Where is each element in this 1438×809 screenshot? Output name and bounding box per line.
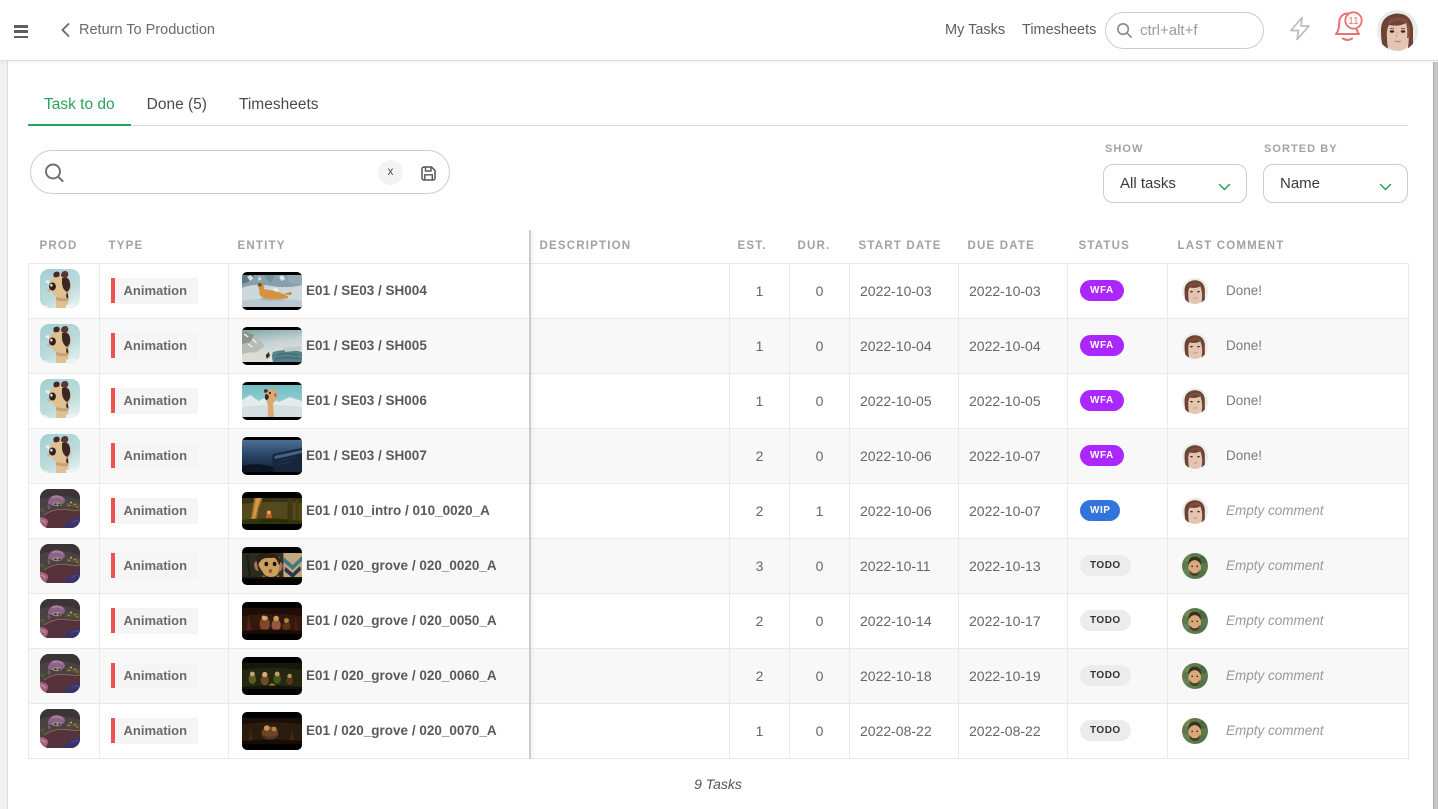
svg-text:11: 11	[1348, 16, 1359, 27]
